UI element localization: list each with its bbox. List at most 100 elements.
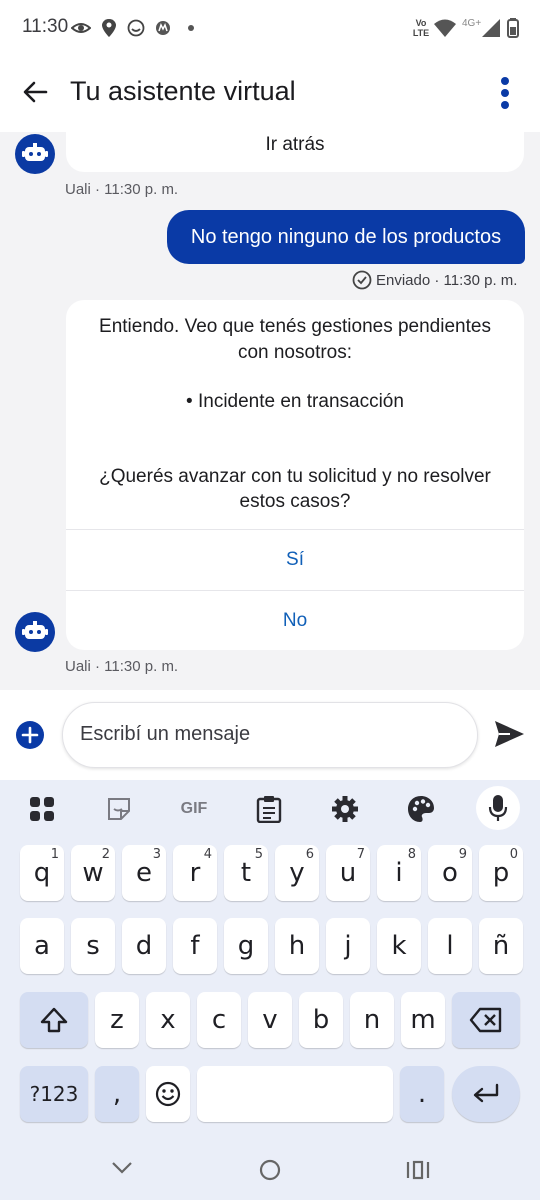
key-hint: 9 xyxy=(458,847,467,862)
key-a[interactable]: a xyxy=(20,918,64,974)
add-attachment-icon[interactable] xyxy=(15,720,45,750)
period-key[interactable]: . xyxy=(400,1066,444,1122)
chat-area: Ir atrás Uali · 11:30 p. m. No tengo nin… xyxy=(0,132,540,690)
key-o[interactable]: 9o xyxy=(428,845,472,901)
key-w[interactable]: 2w xyxy=(71,845,115,901)
status-time: 11:30 xyxy=(22,16,69,37)
key-ñ[interactable]: ñ xyxy=(479,918,523,974)
backspace-key[interactable] xyxy=(452,992,520,1048)
settings-icon[interactable] xyxy=(328,792,362,826)
key-hint: 7 xyxy=(356,847,365,862)
key-l[interactable]: l xyxy=(428,918,472,974)
key-hint: 8 xyxy=(407,847,416,862)
shift-icon xyxy=(40,1007,68,1033)
key-hint: 0 xyxy=(509,847,518,862)
symbols-key[interactable]: ?123 xyxy=(20,1066,88,1122)
clipboard-icon[interactable] xyxy=(252,792,286,826)
key-b[interactable]: b xyxy=(299,992,343,1048)
emoji-key[interactable] xyxy=(146,1066,190,1122)
key-label: y xyxy=(289,858,305,888)
key-hint: 5 xyxy=(254,847,263,862)
bot-line: Entiendo. Veo que tenés gestiones pendie… xyxy=(99,316,491,337)
keyboard xyxy=(0,780,540,1200)
microphone-icon[interactable] xyxy=(476,786,520,830)
back-arrow-icon[interactable] xyxy=(20,76,52,108)
key-j[interactable]: j xyxy=(326,918,370,974)
key-t[interactable]: 5t xyxy=(224,845,268,901)
smiley-icon xyxy=(125,17,147,39)
bot-meta: Uali · 11:30 p. m. xyxy=(65,658,179,675)
key-label: o xyxy=(442,858,458,888)
enter-key[interactable] xyxy=(452,1066,520,1122)
bot-meta: Uali · 11:30 p. m. xyxy=(65,181,179,198)
key-label: e xyxy=(136,858,152,888)
key-hint: 1 xyxy=(50,847,59,862)
send-icon[interactable] xyxy=(492,717,526,751)
user-message-text: No tengo ninguno de los productos xyxy=(190,225,502,248)
key-label: w xyxy=(82,858,104,888)
user-message-bubble: No tengo ninguno de los productos xyxy=(167,210,525,264)
key-y[interactable]: 6y xyxy=(275,845,319,901)
key-q[interactable]: 1q xyxy=(20,845,64,901)
shift-key[interactable] xyxy=(20,992,88,1048)
enter-icon xyxy=(473,1083,499,1103)
nav-collapse-icon[interactable] xyxy=(110,1158,134,1178)
location-icon xyxy=(98,17,120,39)
key-hint: 6 xyxy=(305,847,314,862)
sent-check-icon xyxy=(352,270,372,290)
nav-recents-icon[interactable] xyxy=(406,1160,430,1180)
bot-line: estos casos? xyxy=(239,491,351,512)
wifi-icon xyxy=(434,17,456,39)
comma-key[interactable]: , xyxy=(95,1066,139,1122)
key-d[interactable]: d xyxy=(122,918,166,974)
key-u[interactable]: 7u xyxy=(326,845,370,901)
option-go-back[interactable]: Ir atrás xyxy=(66,134,524,156)
key-i[interactable]: 8i xyxy=(377,845,421,901)
nav-home-icon[interactable] xyxy=(258,1158,282,1182)
key-label: t xyxy=(240,858,252,888)
key-m[interactable]: m xyxy=(401,992,445,1048)
dot-icon xyxy=(180,17,202,39)
more-options-icon[interactable] xyxy=(494,76,516,112)
option-no-button[interactable]: No xyxy=(66,591,524,650)
key-v[interactable]: v xyxy=(248,992,292,1048)
key-label: q xyxy=(33,858,51,888)
key-e[interactable]: 3e xyxy=(122,845,166,901)
prev-bot-card: Ir atrás xyxy=(66,132,524,172)
palette-icon[interactable] xyxy=(404,792,438,826)
key-c[interactable]: c xyxy=(197,992,241,1048)
key-hint: 4 xyxy=(203,847,212,862)
signal-4g-label: 4G+ xyxy=(462,18,482,29)
key-label: i xyxy=(395,858,403,888)
space-key[interactable] xyxy=(197,1066,393,1122)
key-z[interactable]: z xyxy=(95,992,139,1048)
key-p[interactable]: 0p xyxy=(479,845,523,901)
key-h[interactable]: h xyxy=(275,918,319,974)
emoji-icon xyxy=(155,1081,181,1107)
bot-line: con nosotros: xyxy=(237,342,353,363)
signal-4g-icon xyxy=(480,17,502,39)
key-r[interactable]: 4r xyxy=(173,845,217,901)
key-x[interactable]: x xyxy=(146,992,190,1048)
key-hint: 2 xyxy=(101,847,110,862)
sticker-icon[interactable] xyxy=(102,792,136,826)
bot-avatar xyxy=(15,612,55,652)
key-n[interactable]: n xyxy=(350,992,394,1048)
key-k[interactable]: k xyxy=(377,918,421,974)
bot-line: ¿Querés avanzar con tu solicitud y no re… xyxy=(99,466,491,487)
key-hint: 3 xyxy=(152,847,161,862)
key-g[interactable]: g xyxy=(224,918,268,974)
bot-avatar xyxy=(15,134,55,174)
key-s[interactable]: s xyxy=(71,918,115,974)
robot-icon xyxy=(22,621,48,639)
option-yes-button[interactable]: Sí xyxy=(66,530,524,590)
key-label: p xyxy=(492,858,510,888)
message-input-placeholder: Escribí un mensaje xyxy=(80,723,251,745)
gif-icon[interactable]: GIF xyxy=(172,792,216,826)
battery-icon xyxy=(502,17,524,39)
bot-line: • Incidente en transacción xyxy=(186,391,404,412)
key-f[interactable]: f xyxy=(173,918,217,974)
backspace-icon xyxy=(469,1007,502,1033)
page-title: Tu asistente virtual xyxy=(70,76,296,106)
apps-grid-icon[interactable] xyxy=(25,792,59,826)
